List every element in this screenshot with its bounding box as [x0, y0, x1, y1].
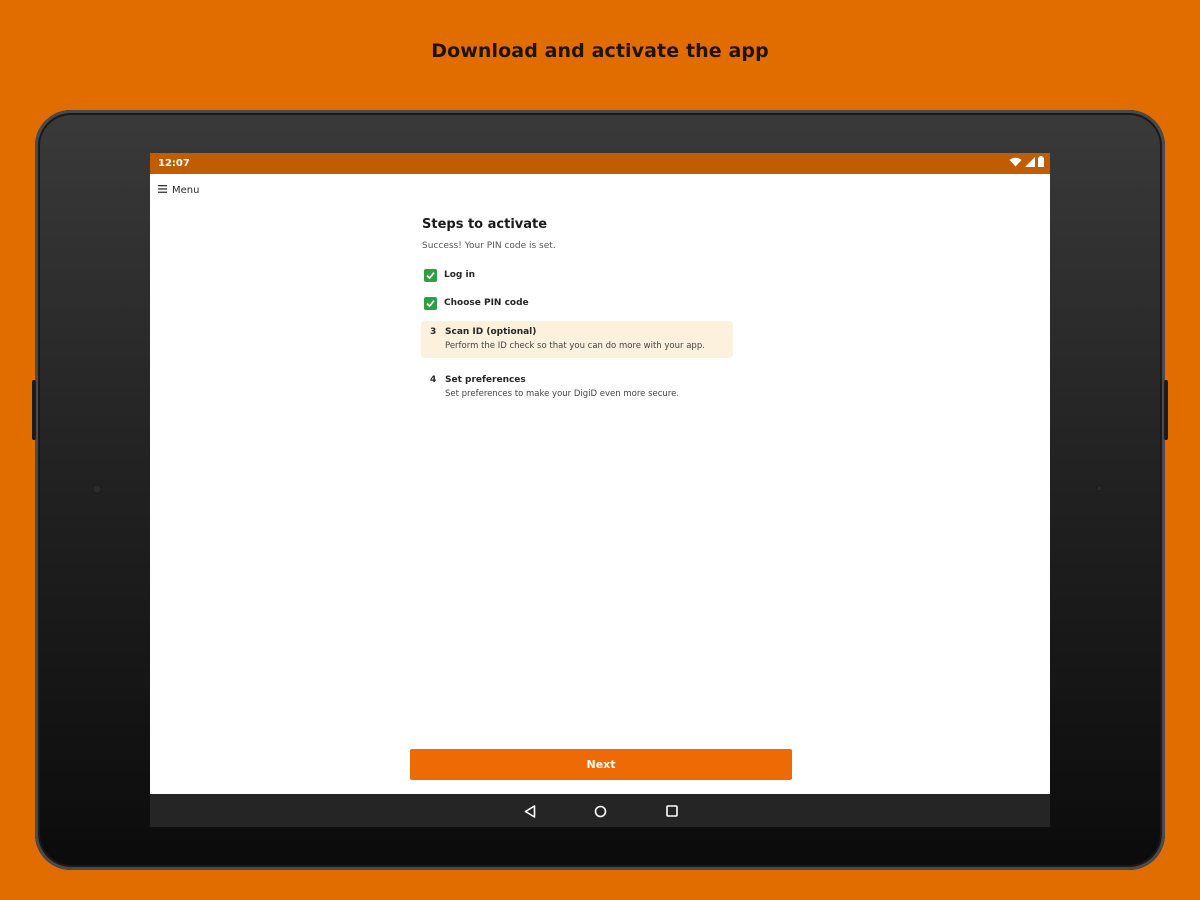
- tablet-sensor: [92, 484, 102, 494]
- next-button[interactable]: Next: [410, 749, 792, 780]
- tablet-side-button: [32, 380, 36, 440]
- promo-headline: Download and activate the app: [431, 40, 769, 62]
- checkbox-checked-icon: [424, 269, 437, 282]
- step-title: Set preferences: [445, 375, 526, 385]
- home-icon[interactable]: [591, 802, 609, 820]
- status-time: 12:07: [158, 158, 190, 169]
- step-number: 4: [430, 375, 437, 385]
- checkbox-checked-icon: [424, 297, 437, 310]
- battery-icon: [1038, 156, 1044, 170]
- step-choose-pin: Choose PIN code: [422, 297, 734, 313]
- step-set-preferences: 4 Set preferences Set preferences to mak…: [421, 373, 733, 405]
- step-description: Set preferences to make your DigiD even …: [445, 389, 680, 399]
- step-log-in: Log in: [422, 269, 734, 285]
- wifi-icon: [1009, 157, 1022, 170]
- menu-button[interactable]: Menu: [158, 185, 199, 196]
- status-icons: [1009, 156, 1044, 170]
- recents-icon[interactable]: [663, 802, 681, 820]
- status-bar: 12:07: [150, 153, 1050, 174]
- system-nav-bar: [150, 794, 1050, 827]
- page-title: Steps to activate: [422, 217, 548, 232]
- back-icon[interactable]: [521, 802, 539, 820]
- device-screen: 12:07 Menu Steps to activate Success! Yo…: [150, 153, 1050, 827]
- step-description: Perform the ID check so that you can do …: [445, 341, 705, 351]
- menu-label: Menu: [172, 185, 200, 196]
- step-scan-id[interactable]: 3 Scan ID (optional) Perform the ID chec…: [421, 321, 733, 358]
- tablet-sensor: [1096, 485, 1103, 492]
- signal-icon: [1025, 156, 1035, 170]
- step-label: Log in: [444, 270, 475, 280]
- step-label: Choose PIN code: [444, 298, 529, 308]
- app-bar: Menu: [150, 174, 1050, 212]
- activation-steps-panel: Steps to activate Success! Your PIN code…: [422, 217, 742, 251]
- tablet-side-button: [1164, 380, 1168, 440]
- page-subtitle: Success! Your PIN code is set.: [422, 241, 556, 251]
- step-number: 3: [430, 327, 437, 337]
- hamburger-menu-icon: [158, 185, 167, 196]
- step-title: Scan ID (optional): [445, 327, 537, 337]
